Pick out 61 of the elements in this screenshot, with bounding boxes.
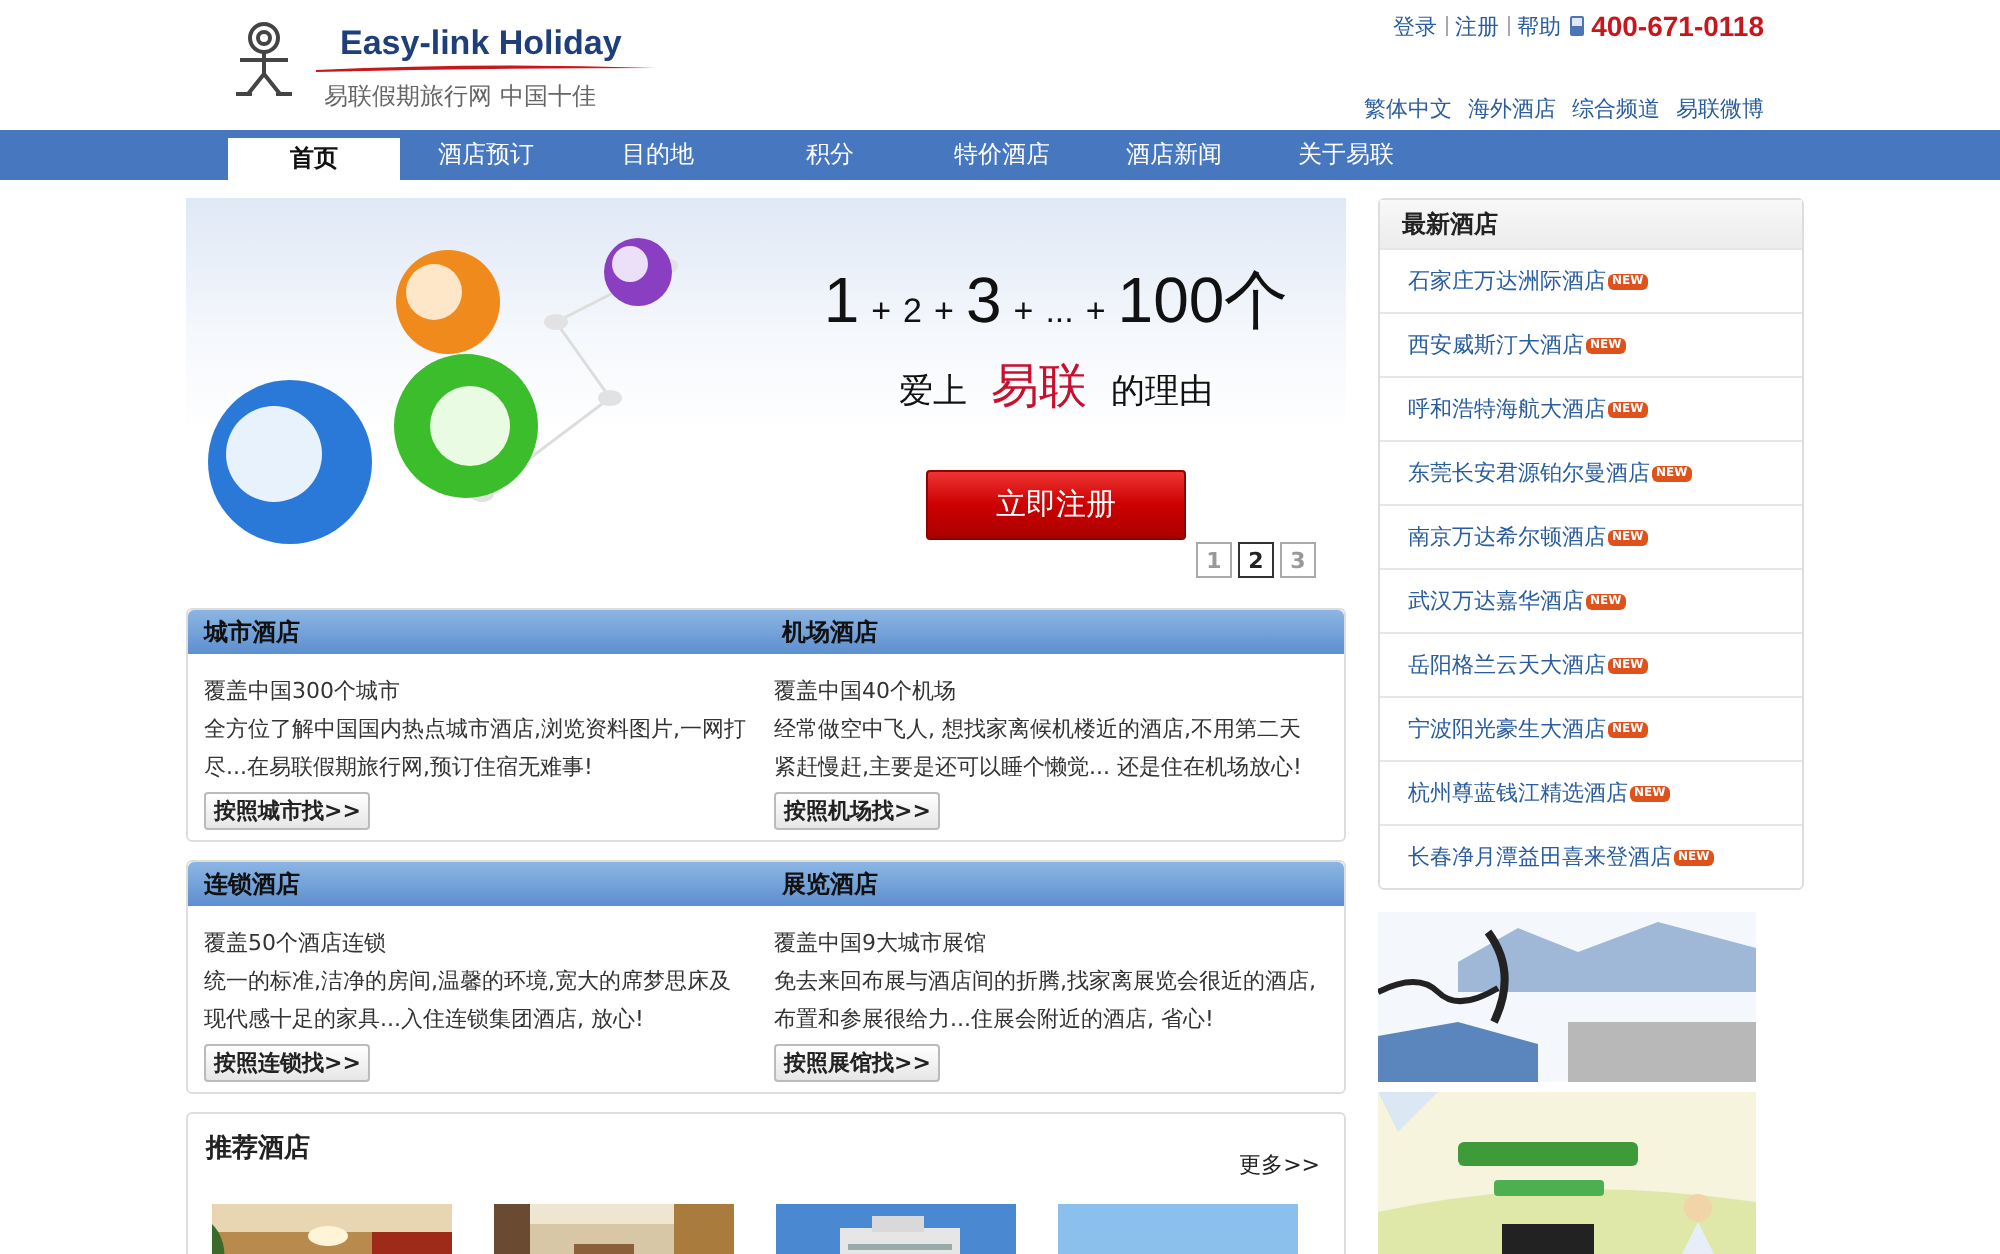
hotel-link[interactable]: 东莞长安君源铂尔曼酒店 — [1408, 458, 1650, 488]
hotel-link[interactable]: 南京万达希尔顿酒店 — [1408, 522, 1606, 552]
hotel-link[interactable]: 岳阳格兰云天大酒店 — [1408, 650, 1606, 680]
page-button[interactable]: 2 — [1238, 542, 1274, 578]
hotel-link[interactable]: 杭州尊蓝钱江精选酒店 — [1408, 778, 1628, 808]
header-link[interactable]: 易联微博 — [1676, 94, 1764, 124]
panel-title: 机场酒店 — [779, 616, 880, 650]
hotel-link[interactable]: 西安威斯汀大酒店 — [1408, 330, 1584, 360]
logo-tagline: 易联假期旅行网 中国十佳 — [322, 80, 598, 114]
hotel-link[interactable]: 石家庄万达洲际酒店 — [1408, 266, 1606, 296]
panel-description: 免去来回布展与酒店间的折腾,找家离展览会很近的酒店,布置和参展很给力...住展会附近的酒店, 省心! — [774, 966, 1318, 1036]
logo-title: Easy-link Holiday — [338, 22, 624, 64]
hotel-link[interactable]: 长春净月潭益田喜来登酒店 — [1408, 842, 1672, 872]
nav-tab[interactable]: 特价酒店 — [916, 130, 1088, 180]
phone-icon — [1567, 14, 1586, 38]
panel-subtitle: 覆盖中国9大城市展馆 — [774, 928, 988, 960]
top-link[interactable]: 注册 — [1455, 11, 1500, 41]
find-button[interactable]: 按照展馆找>> — [774, 1044, 941, 1082]
formula-text: + — [871, 292, 892, 332]
formula-text: + — [1013, 292, 1034, 332]
panel-subtitle: 覆盖50个酒店连锁 — [204, 928, 388, 960]
nav-tab[interactable]: 目的地 — [572, 130, 744, 180]
section-title: 最新酒店 — [1380, 200, 1802, 248]
top-link[interactable]: 帮助 — [1517, 11, 1562, 41]
panel-title: 城市酒店 — [201, 616, 302, 650]
top-link[interactable]: 登录 — [1393, 11, 1438, 41]
formula-text: 3 — [965, 264, 1002, 338]
formula-text: 1 — [823, 264, 860, 338]
find-button[interactable]: 按照城市找>> — [204, 792, 371, 830]
panel-title: 展览酒店 — [780, 868, 880, 902]
nav-tab[interactable]: 酒店新闻 — [1088, 130, 1260, 180]
hotel-link[interactable]: 武汉万达嘉华酒店 — [1408, 586, 1584, 616]
nav-tab[interactable]: 首页 — [228, 138, 400, 180]
header-link[interactable]: 繁体中文 — [1364, 94, 1452, 124]
slogan-text: 的理由 — [1111, 370, 1213, 414]
formula-text: + — [934, 292, 954, 332]
register-button[interactable]: 立即注册 — [926, 470, 1186, 540]
panel-subtitle: 覆盖中国40个机场 — [774, 676, 958, 708]
panel-subtitle: 覆盖中国300个城市 — [204, 676, 402, 708]
panel-description: 统一的标准,洁净的房间,温馨的环境,宽大的席梦思床及现代感十足的家具...入住连锁集团酒店, 放心! — [204, 966, 733, 1036]
slogan-text: 易联 — [991, 356, 1087, 418]
find-button[interactable]: 按照机场找>> — [774, 792, 941, 830]
nav-tab[interactable]: 积分 — [744, 130, 916, 180]
find-button[interactable]: 按照连锁找>> — [204, 1044, 371, 1082]
panel-description: 全方位了解中国国内热点城市酒店,浏览资料图片,一网打尽...在易联假期旅行网,预订住宿无难事! — [204, 714, 748, 784]
slogan-text: 爱上 — [899, 370, 967, 414]
panel-title: 连锁酒店 — [202, 868, 302, 902]
formula-text: 2 — [903, 292, 923, 332]
section-title: 推荐酒店 — [206, 1131, 310, 1168]
more-link[interactable]: 更多>> — [1239, 1150, 1320, 1180]
formula-text: ... — [1045, 292, 1074, 332]
formula-text: 100个 — [1117, 262, 1289, 340]
header-link[interactable]: 综合频道 — [1572, 94, 1660, 124]
header-link[interactable]: 海外酒店 — [1468, 94, 1556, 124]
formula-text: + — [1085, 292, 1106, 332]
panel-description: 经常做空中飞人, 想找家离候机楼近的酒店,不用第二天紧赶慢赶,主要是还可以睡个懒觉... 还是住在机场放心! — [774, 714, 1304, 784]
hotel-link[interactable]: 呼和浩特海航大酒店 — [1408, 394, 1606, 424]
phone-number: 400-671-0118 — [1591, 10, 1764, 42]
nav-tab[interactable]: 酒店预订 — [400, 130, 572, 180]
hotel-link[interactable]: 宁波阳光豪生大酒店 — [1408, 714, 1606, 744]
nav-tab[interactable]: 关于易联 — [1260, 130, 1432, 180]
